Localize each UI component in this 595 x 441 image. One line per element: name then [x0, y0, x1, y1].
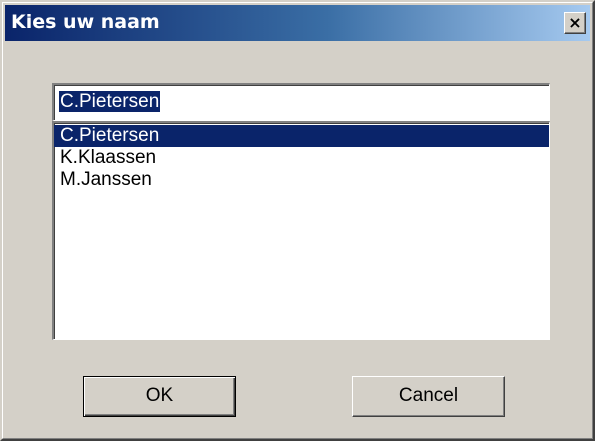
dialog-window: Kies uw naam × C.Pietersen C.Pietersen K…: [0, 0, 595, 441]
name-listbox[interactable]: C.Pietersen K.Klaassen M.Janssen: [52, 121, 550, 340]
list-item[interactable]: M.Janssen: [54, 169, 549, 191]
name-input[interactable]: C.Pietersen: [52, 83, 550, 121]
list-item[interactable]: K.Klaassen: [54, 147, 549, 169]
dialog-title: Kies uw naam: [11, 11, 160, 33]
close-button[interactable]: ×: [564, 12, 586, 34]
cancel-button[interactable]: Cancel: [352, 376, 505, 417]
name-input-text: C.Pietersen: [59, 91, 161, 112]
close-icon: ×: [568, 13, 582, 32]
ok-button[interactable]: OK: [83, 376, 236, 417]
list-item[interactable]: C.Pietersen: [54, 125, 549, 147]
title-bar[interactable]: Kies uw naam ×: [5, 5, 590, 41]
